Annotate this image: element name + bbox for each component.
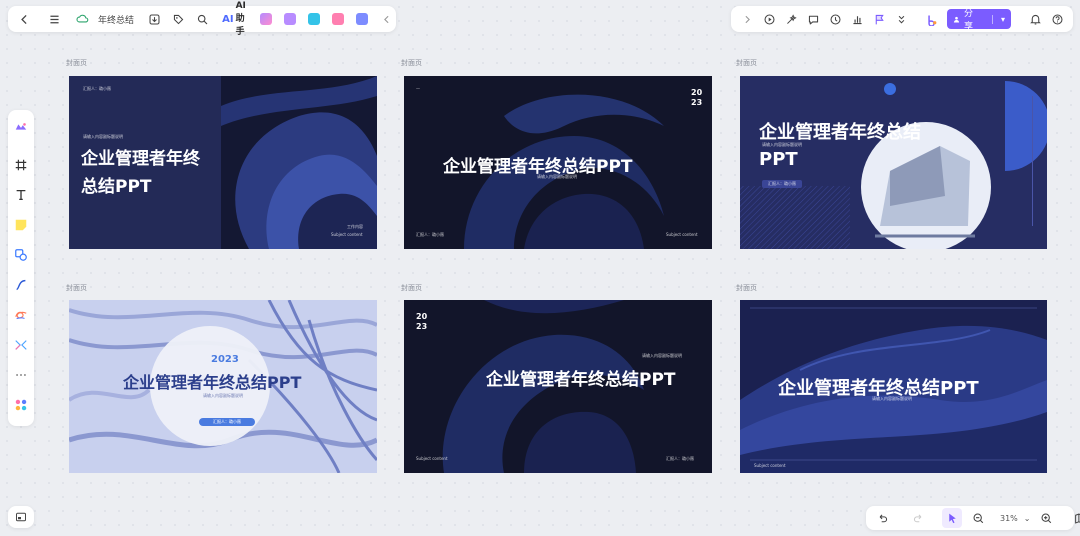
slide-subtitle: 请输入内容副标题说明 — [537, 174, 577, 179]
connector-tool-icon[interactable] — [12, 276, 30, 294]
slide-presenter: 汇报人：璐小薇 — [762, 180, 802, 188]
slide-subtitle: 请输入内容副标题说明 — [872, 396, 912, 401]
frame-tool-icon[interactable] — [12, 156, 30, 174]
slide-title: 企业管理者年终总结PPT — [486, 370, 676, 390]
sticky-note-icon[interactable] — [12, 216, 30, 234]
slide-presenter-hint: — — [416, 86, 420, 91]
frame-label[interactable]: 封面页 — [66, 58, 87, 68]
top-right-toolbar: 分享 ▾ — [731, 6, 1073, 32]
more-tools-icon[interactable] — [12, 366, 30, 384]
slide-presenter: 汇报人：璐小薇 — [199, 418, 255, 426]
template-logo-icon[interactable] — [12, 118, 30, 136]
app-whiteboard-icon[interactable] — [328, 9, 348, 29]
play-icon[interactable] — [759, 9, 779, 29]
mindmap-tool-icon[interactable] — [12, 336, 30, 354]
slide-frame-1[interactable]: 汇报人：璐小薇 请输入内容副标题说明 企业管理者年终 总结PPT 工作内容 Su… — [69, 76, 377, 249]
ai-logo-icon: AI — [222, 13, 234, 25]
flag-icon[interactable] — [869, 9, 889, 29]
cloud-sync-icon — [72, 9, 92, 29]
left-toolbar — [8, 110, 34, 426]
zoom-level[interactable]: 31% — [1000, 514, 1018, 523]
slide-frame-2[interactable]: — 20 23 企业管理者年终总结PPT 请输入内容副标题说明 汇报人：璐小薇 … — [404, 76, 712, 249]
select-pointer-icon[interactable] — [942, 508, 962, 528]
bell-icon[interactable] — [1025, 9, 1045, 29]
frame-label[interactable]: 封面页 — [401, 283, 422, 293]
top-left-toolbar: 年终总结 AI AI助手 — [8, 1, 396, 37]
app-flow-icon[interactable] — [304, 9, 324, 29]
download-icon[interactable] — [144, 9, 164, 29]
slide-title: 企业管理者年终 — [81, 149, 200, 169]
user-icon — [953, 16, 960, 23]
menu-icon[interactable] — [44, 9, 64, 29]
magic-icon[interactable] — [781, 9, 801, 29]
slide-presenter: 汇报人：璐小薇 — [83, 86, 111, 91]
tag-icon[interactable] — [168, 9, 188, 29]
ai-assistant-button[interactable]: AI AI助手 — [222, 1, 246, 37]
document-title[interactable]: 年终总结 — [98, 13, 134, 26]
slide-year: 20 23 — [416, 312, 427, 332]
bottom-right-toolbar: 31% ⌄ — [866, 506, 1080, 530]
search-icon[interactable] — [192, 9, 212, 29]
slide-subject-label: 工作内容 — [347, 224, 363, 229]
frame-label[interactable]: 封面页 — [736, 283, 757, 293]
slide-footer: Subject content — [754, 463, 786, 468]
expand-chevron-icon[interactable] — [737, 9, 757, 29]
zoom-dropdown-icon[interactable]: ⌄ — [1024, 514, 1031, 523]
history-icon[interactable] — [825, 9, 845, 29]
app-ppt-icon[interactable] — [280, 9, 300, 29]
slide-year-line: 23 — [416, 322, 428, 331]
slide-title: PPT — [759, 149, 798, 170]
slide-frame-3[interactable]: 企业管理者年终总结 PPT 请输入内容副标题说明 汇报人：璐小薇 — [740, 76, 1047, 249]
collapse-chevron-icon[interactable] — [376, 9, 396, 29]
frame-label[interactable]: 封面页 — [401, 58, 422, 68]
double-chevron-down-icon[interactable] — [891, 9, 911, 29]
shape-tool-icon[interactable] — [12, 246, 30, 264]
help-icon[interactable] — [1047, 9, 1067, 29]
slide-title: 企业管理者年终总结 — [759, 122, 921, 143]
frame-label[interactable]: 封面页 — [736, 58, 757, 68]
slide-subject: Subject content — [416, 456, 448, 461]
redo-icon[interactable] — [908, 508, 928, 528]
undo-icon[interactable] — [872, 508, 892, 528]
slide-year: 2023 — [211, 354, 239, 365]
minimap-toggle-button[interactable] — [8, 506, 34, 528]
slide-presenter: 汇报人：璐小薇 — [416, 232, 444, 237]
slide-title: 企业管理者年终总结PPT — [123, 373, 302, 392]
slide-frame-4[interactable]: 2023 企业管理者年终总结PPT 请输入内容副标题说明 汇报人：璐小薇 — [69, 300, 377, 473]
zoom-in-icon[interactable] — [1036, 508, 1056, 528]
frame-label[interactable]: 封面页 — [66, 283, 87, 293]
slide-subtitle: 请输入内容副标题说明 — [762, 142, 802, 147]
slide-subject: Subject content — [666, 232, 698, 237]
chart-icon[interactable] — [847, 9, 867, 29]
share-dropdown-icon[interactable]: ▾ — [991, 14, 1005, 24]
slide-subtitle: 请输入内容副标题说明 — [203, 393, 243, 398]
slide-year-line: 20 — [416, 312, 428, 321]
share-label: 分享 — [963, 9, 973, 32]
slide-year: 20 23 — [691, 88, 702, 108]
app-mindmap-icon[interactable] — [256, 9, 276, 29]
slide-year-line: 20 — [691, 88, 703, 97]
slide-year-line: 23 — [691, 98, 703, 107]
apps-grid-icon[interactable] — [12, 396, 30, 414]
minimap-icon — [16, 512, 26, 522]
text-tool-icon[interactable] — [12, 186, 30, 204]
slide-presenter: 汇报人：璐小薇 — [666, 456, 694, 461]
share-button[interactable]: 分享 ▾ — [947, 9, 1011, 32]
slide-subtitle: 请输入内容副标题说明 — [642, 353, 682, 358]
ai-assistant-label: AI助手 — [235, 1, 246, 37]
slide-frame-6[interactable]: 企业管理者年终总结PPT 请输入内容副标题说明 Subject content — [740, 300, 1047, 473]
comment-icon[interactable] — [803, 9, 823, 29]
zoom-out-icon[interactable] — [968, 508, 988, 528]
slide-frame-5[interactable]: 20 23 请输入内容副标题说明 企业管理者年终总结PPT Subject co… — [404, 300, 712, 473]
slide-title: 总结PPT — [81, 177, 152, 197]
slide-subject: Subject content — [331, 232, 363, 237]
slide-subtitle: 请输入内容副标题说明 — [83, 134, 123, 139]
map-view-icon[interactable] — [1070, 508, 1080, 528]
app-doc-icon[interactable] — [352, 9, 372, 29]
ai-brand-icon[interactable] — [921, 9, 941, 29]
back-icon[interactable] — [14, 9, 34, 29]
pen-tool-icon[interactable] — [12, 306, 30, 324]
